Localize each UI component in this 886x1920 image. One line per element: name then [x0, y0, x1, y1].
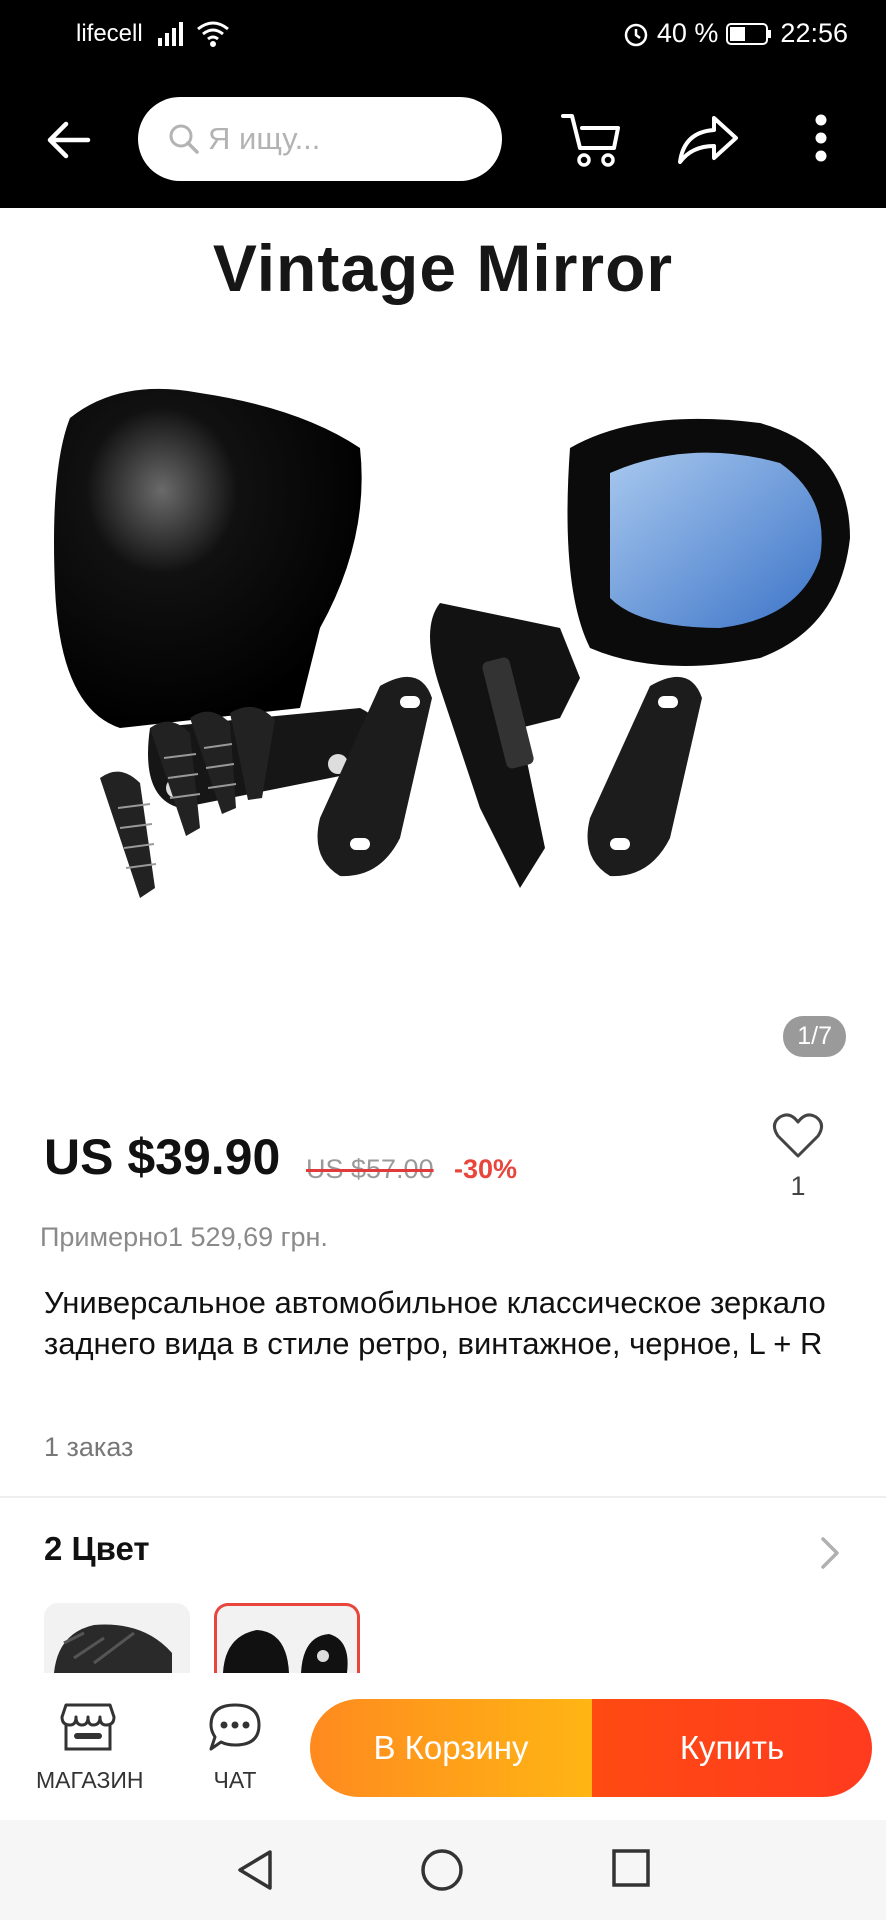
color-swatch-black[interactable] — [214, 1603, 360, 1673]
nav-recents-icon[interactable] — [611, 1848, 651, 1888]
store-label: МАГАЗИН — [36, 1767, 144, 1793]
product-title: Универсальное автомобильное классическое… — [44, 1285, 826, 1361]
swatch-thumbnail — [223, 1630, 348, 1673]
swatch-thumbnail — [54, 1624, 172, 1673]
back-arrow-icon[interactable] — [44, 116, 92, 164]
original-price: US $57.00 — [306, 1154, 434, 1184]
image-counter: 1/7 — [783, 1016, 846, 1057]
product-image-gallery[interactable]: Vintage Mirror 1/7 — [0, 208, 886, 1088]
status-bar: lifecell 40 % 22:56 — [0, 0, 886, 70]
search-input[interactable]: Я ищу... — [138, 97, 502, 181]
alarm-icon — [624, 23, 648, 46]
store-button[interactable]: МАГАЗИН — [36, 1701, 144, 1794]
chat-button[interactable]: ЧАТ — [200, 1701, 270, 1794]
bottom-action-bar: МАГАЗИН ЧАТ В Корзину Купить — [0, 1673, 886, 1820]
chat-label: ЧАТ — [213, 1767, 257, 1793]
buy-now-button[interactable]: Купить — [592, 1699, 872, 1797]
search-icon — [169, 124, 199, 154]
store-icon — [60, 1703, 116, 1751]
section-divider — [0, 1496, 886, 1498]
signal-icon — [158, 22, 183, 46]
wifi-icon — [197, 21, 229, 47]
color-swatch-carbon[interactable] — [44, 1603, 190, 1673]
wishlist-button[interactable]: 1 — [770, 1112, 826, 1202]
more-options-icon[interactable] — [814, 114, 828, 162]
approx-price: Примерно1 529,69 грн. — [40, 1222, 328, 1252]
battery-percent: 40 % — [656, 18, 719, 48]
battery-icon — [726, 22, 772, 45]
share-icon[interactable] — [676, 114, 740, 166]
heart-icon — [773, 1113, 823, 1158]
nav-back-icon[interactable] — [234, 1848, 276, 1892]
product-photo — [54, 388, 850, 898]
chat-icon — [209, 1703, 261, 1751]
chevron-right-icon[interactable] — [820, 1536, 840, 1570]
color-variant-label[interactable]: 2 Цвет — [44, 1530, 150, 1568]
orders-count: 1 заказ — [44, 1432, 134, 1462]
top-nav: Я ищу... — [0, 70, 886, 208]
current-price: US $39.90 — [44, 1129, 281, 1185]
wishlist-count: 1 — [790, 1171, 806, 1201]
status-right: 40 % 22:56 — [623, 18, 848, 49]
search-placeholder: Я ищу... — [208, 121, 321, 156]
discount-badge: -30% — [454, 1154, 518, 1184]
add-to-cart-button[interactable]: В Корзину — [310, 1699, 592, 1797]
nav-home-icon[interactable] — [420, 1848, 464, 1892]
cart-icon[interactable] — [560, 108, 622, 170]
carrier-name: lifecell — [76, 20, 143, 47]
clock: 22:56 — [780, 18, 848, 48]
system-navigation-bar — [0, 1820, 886, 1920]
